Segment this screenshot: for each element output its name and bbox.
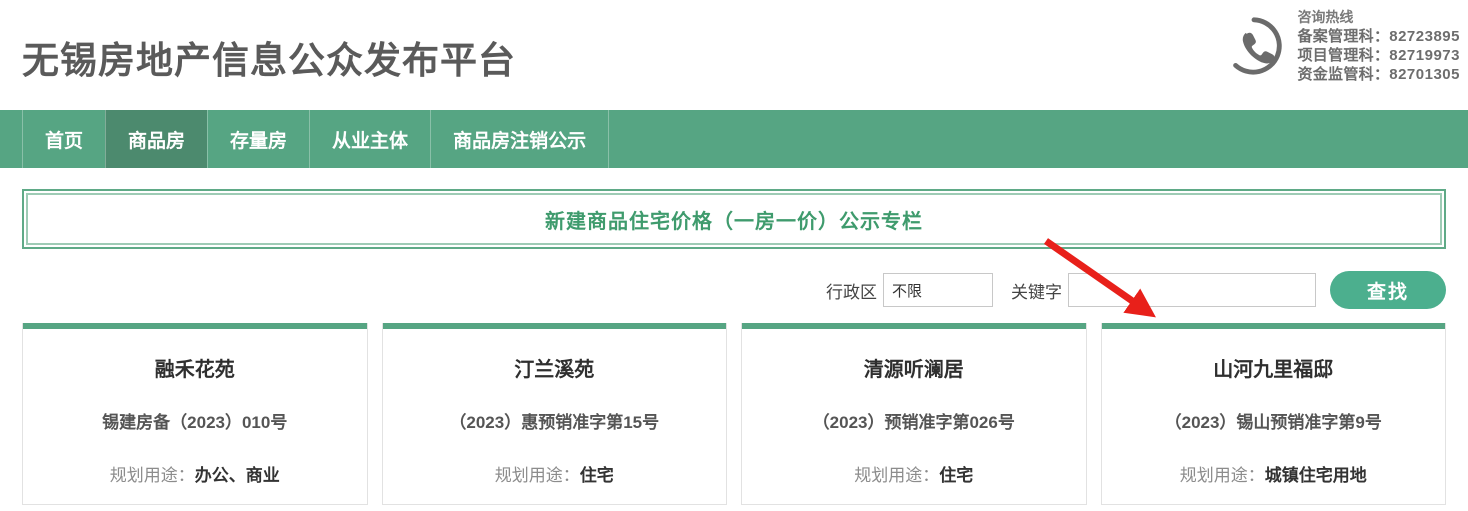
nav-item-cancellation-notice[interactable]: 商品房注销公示 (430, 110, 610, 168)
card-usage-label: 规划用途： (1179, 466, 1265, 485)
card-usage: 规划用途：办公、商业 (33, 461, 357, 486)
contact-number-filing: 82723895 (1389, 28, 1460, 45)
district-label: 行政区 (826, 282, 877, 302)
nav-item-practitioners[interactable]: 从业主体 (309, 110, 430, 168)
keyword-input[interactable] (1068, 273, 1316, 307)
contact-number-project: 82719973 (1389, 47, 1460, 64)
contact-hotline-block: 咨询热线 备案管理科：82723895 项目管理科：82719973 资金监管科… (1223, 8, 1460, 84)
contact-label-funds: 资金监管科： (1297, 66, 1390, 83)
nav-item-home[interactable]: 首页 (22, 110, 105, 168)
contact-number-funds: 82701305 (1389, 66, 1460, 83)
contact-row-filing: 备案管理科：82723895 (1297, 27, 1460, 46)
card-project-name: 山河九里福邸 (1213, 359, 1334, 381)
section-banner: 新建商品住宅价格（一房一价）公示专栏 (22, 189, 1446, 249)
page-title: 无锡房地产信息公众发布平台 (22, 40, 516, 81)
card-usage-label: 规划用途： (854, 466, 940, 485)
result-card[interactable]: 融禾花苑 锡建房备（2023）010号 规划用途：办公、商业 (22, 323, 368, 505)
card-permit-number: （2023）惠预销准字第15号 (449, 413, 660, 432)
card-usage: 规划用途：住宅 (393, 461, 717, 486)
card-accent-bar (1101, 323, 1445, 329)
result-card[interactable]: 汀兰溪苑 （2023）惠预销准字第15号 规划用途：住宅 (381, 323, 727, 505)
card-accent-bar (382, 323, 726, 329)
card-usage-value: 办公、商业 (194, 466, 280, 485)
contact-row-funds: 资金监管科：82701305 (1297, 65, 1460, 84)
banner-title: 新建商品住宅价格（一房一价）公示专栏 (545, 210, 923, 233)
hotline-title: 咨询热线 (1297, 9, 1354, 25)
contact-lines: 咨询热线 备案管理科：82723895 项目管理科：82719973 资金监管科… (1297, 8, 1460, 84)
keyword-label: 关键字 (1011, 282, 1062, 302)
card-permit-number: 锡建房备（2023）010号 (102, 413, 288, 432)
phone-icon (1223, 15, 1285, 77)
search-button[interactable]: 查找 (1330, 271, 1446, 309)
card-project-name: 汀兰溪苑 (514, 359, 595, 381)
main-navigation: 首页 商品房 存量房 从业主体 商品房注销公示 (0, 110, 1468, 168)
card-usage-label: 规划用途： (109, 466, 195, 485)
card-usage-label: 规划用途： (494, 466, 580, 485)
page-header: 无锡房地产信息公众发布平台 咨询热线 备案管理科：82723895 项目管理科：… (0, 0, 1468, 110)
contact-row-project: 项目管理科：82719973 (1297, 46, 1460, 65)
nav-item-commercial-housing[interactable]: 商品房 (105, 110, 208, 168)
card-accent-bar (23, 323, 367, 329)
card-project-name: 融禾花苑 (154, 359, 235, 381)
card-usage: 规划用途：住宅 (752, 461, 1076, 486)
nav-underline (0, 168, 1468, 171)
results-card-row: 融禾花苑 锡建房备（2023）010号 规划用途：办公、商业 汀兰溪苑 （202… (22, 323, 1446, 505)
card-project-name: 清源听澜居 (863, 359, 964, 381)
page-content: 新建商品住宅价格（一房一价）公示专栏 行政区 不限 关键字 查找 融禾花苑 锡建… (0, 189, 1468, 505)
district-select[interactable]: 不限 (883, 273, 993, 307)
contact-label-filing: 备案管理科： (1297, 28, 1390, 45)
result-card[interactable]: 山河九里福邸 （2023）锡山预销准字第9号 规划用途：城镇住宅用地 (1100, 323, 1446, 505)
card-permit-number: （2023）锡山预销准字第9号 (1164, 413, 1382, 432)
card-accent-bar (742, 323, 1086, 329)
card-permit-number: （2023）预销准字第026号 (812, 413, 1015, 432)
card-usage-value: 城镇住宅用地 (1264, 466, 1367, 485)
nav-item-existing-housing[interactable]: 存量房 (207, 110, 309, 168)
card-usage-value: 住宅 (579, 466, 614, 485)
card-usage: 规划用途：城镇住宅用地 (1112, 461, 1436, 486)
search-filter-bar: 行政区 不限 关键字 查找 (22, 271, 1446, 309)
contact-label-project: 项目管理科： (1297, 47, 1390, 64)
result-card[interactable]: 清源听澜居 （2023）预销准字第026号 规划用途：住宅 (741, 323, 1087, 505)
card-usage-value: 住宅 (939, 466, 974, 485)
